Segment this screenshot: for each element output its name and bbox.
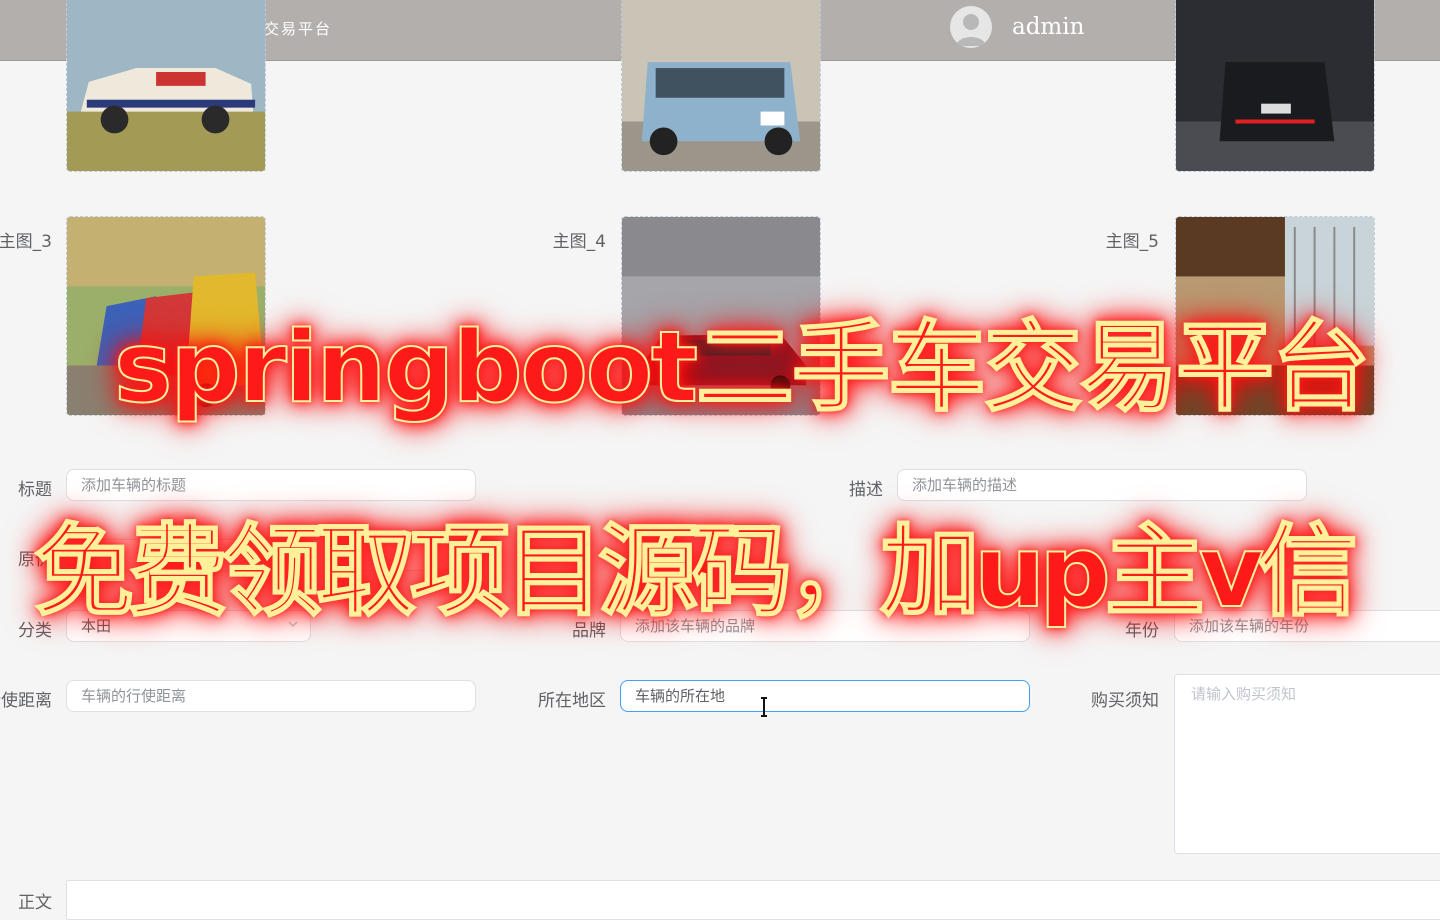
mileage-input[interactable]: 车辆的行使距离: [66, 680, 476, 712]
car-photo-vintage: [67, 0, 265, 171]
username[interactable]: admin: [1012, 14, 1084, 40]
main-image-5-label: 主图_5: [1105, 232, 1159, 252]
overlay-subtitle: 免费领取项目源码，加up主v信: [33, 512, 1359, 631]
content-label: 正文: [18, 893, 52, 913]
notice-textarea[interactable]: 请输入购买须知: [1174, 674, 1440, 854]
mileage-label: 行使距离: [0, 691, 52, 711]
main-image-3-label: 主图_3: [0, 232, 52, 252]
region-input[interactable]: 车辆的所在地: [620, 680, 1030, 712]
content-editor[interactable]: [66, 880, 1440, 920]
main-image-4-label: 主图_4: [552, 232, 606, 252]
car-photo-black-suv: [1176, 0, 1374, 171]
main-image-1[interactable]: [621, 0, 821, 172]
user-avatar-icon[interactable]: [950, 6, 992, 48]
car-photo-blue-mini: [622, 0, 820, 171]
main-image-2[interactable]: [1175, 0, 1375, 172]
text-cursor-icon: [761, 697, 767, 717]
overlay-title: springboot二手车交易平台: [113, 310, 1371, 426]
notice-label: 购买须知: [1091, 691, 1159, 711]
main-image-0[interactable]: [66, 0, 266, 172]
region-label: 所在地区: [538, 691, 606, 711]
